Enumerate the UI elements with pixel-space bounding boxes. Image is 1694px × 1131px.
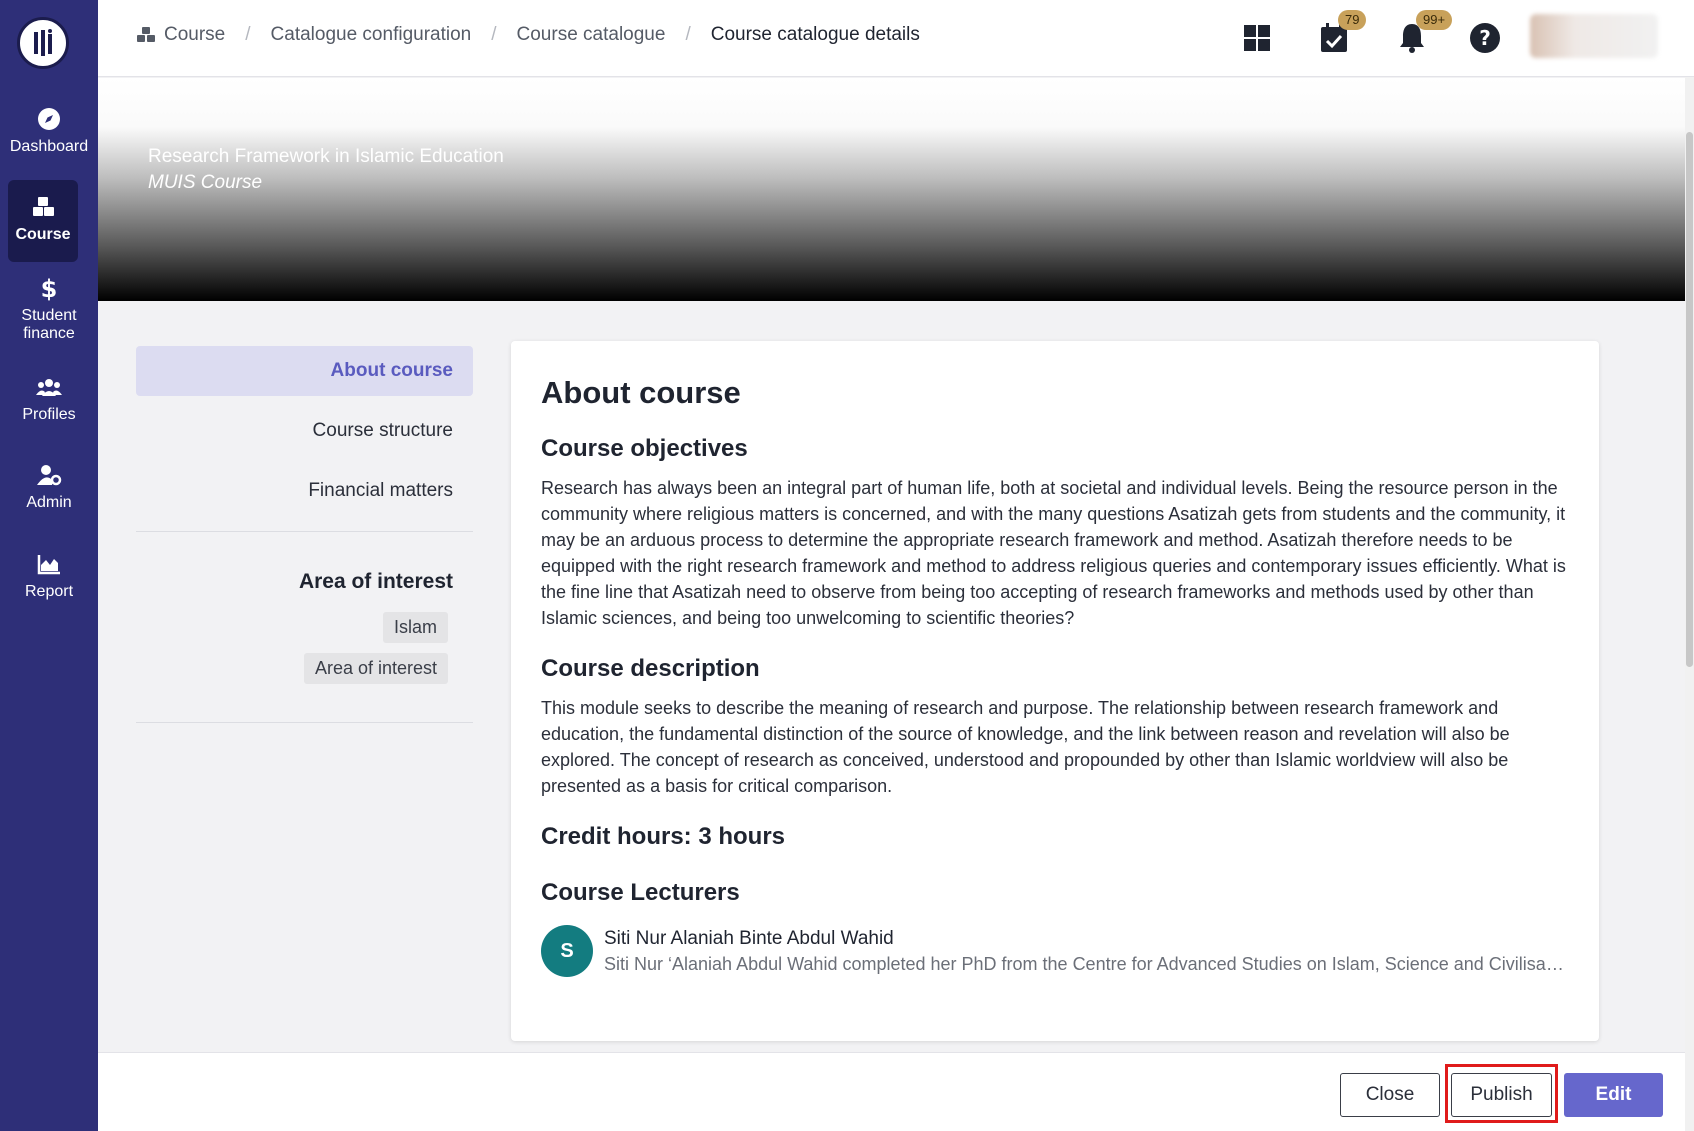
sidebar-item-profiles[interactable]: Profiles [0, 374, 98, 424]
sidebar-item-label: Dashboard [9, 138, 89, 155]
sidebar-item-label: Course [15, 226, 71, 243]
svg-text:$: $ [41, 275, 58, 301]
breadcrumb-item-catalogue-configuration[interactable]: Catalogue configuration [271, 24, 472, 46]
sidebar-item-admin[interactable]: Admin [0, 462, 98, 512]
cubes-icon [33, 197, 54, 216]
sidebar-item-student-finance[interactable]: $ Student finance [0, 275, 98, 343]
user-gear-icon [37, 465, 62, 486]
course-objectives-title: Course objectives [541, 435, 748, 462]
sidebar-item-label: Report [24, 583, 74, 600]
sidebar-item-label: Profiles [22, 406, 76, 423]
course-objectives-text: Research has always been an integral par… [541, 478, 1566, 628]
breadcrumb-item-course-catalogue[interactable]: Course catalogue [517, 24, 666, 46]
course-banner: Research Framework in Islamic Education … [98, 78, 1685, 301]
users-icon [36, 379, 62, 396]
notifications-button[interactable]: 99+ [1396, 10, 1453, 54]
lecturer-item[interactable]: S Siti Nur Alaniah Binte Abdul Wahid Sit… [541, 925, 1569, 977]
credit-hours: Credit hours: 3 hours [541, 823, 786, 850]
scrollbar-thumb[interactable] [1686, 132, 1693, 667]
publish-button[interactable]: Publish [1451, 1073, 1552, 1117]
section-tab-financial-matters[interactable]: Financial matters [136, 466, 473, 516]
help-button[interactable]: ? [1469, 20, 1501, 54]
tag-area-of-interest: Area of interest [303, 653, 448, 684]
user-menu[interactable] [1530, 14, 1658, 58]
question-circle-icon: ? [1470, 23, 1500, 53]
course-description-title: Course description [541, 655, 760, 682]
section-tab-about-course[interactable]: About course [136, 346, 473, 396]
area-of-interest-title: Area of interest [298, 570, 453, 593]
tasks-button[interactable]: 79 [1318, 10, 1367, 54]
breadcrumb: Course / Catalogue configuration / Cours… [136, 24, 920, 46]
breadcrumb-separator: / [245, 24, 251, 45]
tasks-badge: 79 [1338, 10, 1367, 30]
grid-icon [1244, 25, 1270, 51]
close-button[interactable]: Close [1340, 1073, 1440, 1117]
tag-islam: Islam [382, 612, 448, 643]
course-description-text: This module seeks to describe the meanin… [541, 698, 1510, 796]
compass-icon [38, 108, 60, 130]
area-of-interest-tags: Islam Area of interest [136, 612, 473, 694]
about-course-card: About course Course objectives Research … [511, 341, 1599, 1041]
logo-icon [34, 29, 52, 56]
top-bar: Course / Catalogue configuration / Cours… [98, 0, 1694, 77]
breadcrumb-item-course[interactable]: Course [164, 24, 225, 46]
dollar-icon: $ [41, 275, 58, 301]
about-course-heading: About course [541, 375, 741, 410]
sidebar: Dashboard Course $ Student finance Profi… [0, 0, 98, 1131]
action-footer: Close Publish Edit [98, 1052, 1685, 1131]
breadcrumb-separator: / [491, 24, 497, 45]
lecturer-bio: Siti Nur ‘Alaniah Abdul Wahid completed … [604, 953, 1564, 974]
divider [136, 722, 473, 723]
edit-button[interactable]: Edit [1564, 1073, 1663, 1117]
sidebar-item-report[interactable]: Report [0, 551, 98, 601]
sidebar-item-label: Student finance [21, 307, 77, 342]
section-nav: About course Course structure Financial … [136, 346, 473, 723]
cubes-icon [137, 27, 155, 42]
breadcrumb-separator: / [685, 24, 691, 45]
section-tab-course-structure[interactable]: Course structure [136, 406, 473, 456]
lecturer-name: Siti Nur Alaniah Binte Abdul Wahid [604, 927, 894, 949]
app-logo[interactable] [17, 17, 69, 69]
apps-grid-button[interactable] [1241, 20, 1273, 54]
course-subtitle: MUIS Course [148, 172, 263, 193]
course-title: Research Framework in Islamic Education [148, 146, 504, 167]
sidebar-item-dashboard[interactable]: Dashboard [0, 106, 98, 156]
breadcrumb-current: Course catalogue details [710, 24, 920, 45]
page-scrollbar[interactable] [1685, 77, 1694, 1131]
svg-text:?: ? [1479, 26, 1491, 50]
area-chart-icon [37, 555, 60, 575]
sidebar-item-course[interactable]: Course [8, 180, 78, 262]
notifications-badge: 99+ [1416, 10, 1453, 30]
divider [136, 531, 473, 532]
sidebar-item-label: Admin [26, 494, 72, 511]
course-lecturers-title: Course Lecturers [541, 879, 740, 906]
avatar: S [541, 925, 593, 977]
